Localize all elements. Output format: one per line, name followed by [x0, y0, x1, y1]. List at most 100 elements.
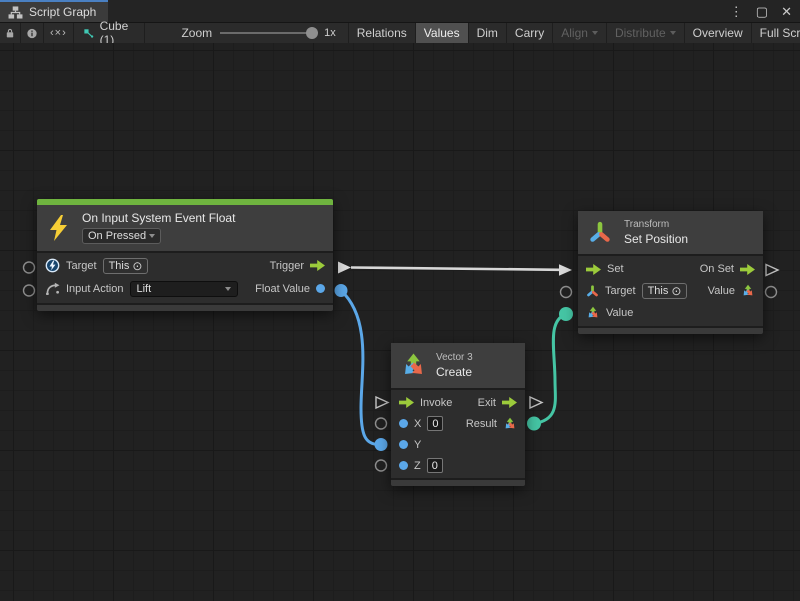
port-label: Target [66, 260, 97, 272]
event-mode-dropdown[interactable]: On Pressed [82, 228, 161, 244]
float-value-output-port[interactable] [335, 284, 348, 297]
port-label: Set [607, 263, 624, 275]
transform-icon [588, 221, 612, 245]
event-target-input-port[interactable] [24, 262, 35, 273]
zoom-slider-thumb[interactable] [306, 27, 318, 39]
code-preview-button[interactable]: ‹×› [44, 23, 74, 43]
x-value-field[interactable]: 0 [427, 416, 443, 431]
node-title: Create [436, 365, 473, 379]
script-graph-icon [8, 6, 23, 19]
lock-icon [6, 27, 14, 39]
vector3-x-input-port[interactable] [376, 418, 387, 429]
port-row-value: Value [578, 302, 763, 324]
flow-arrow-icon [310, 260, 325, 271]
transform-value-input-port[interactable] [559, 307, 573, 321]
kebab-menu-icon[interactable]: ⋮ [730, 5, 743, 18]
input-action-icon [45, 282, 60, 295]
node-title: On Input System Event Float [82, 211, 235, 225]
zoom-slider-track[interactable] [220, 32, 316, 34]
breadcrumb[interactable]: Cube (1) [74, 23, 146, 43]
vector3-result-output-port[interactable] [527, 417, 541, 431]
trigger-output-port[interactable] [338, 262, 351, 274]
node-header: Vector 3 Create [391, 343, 525, 388]
vector3-exit-output-port[interactable] [530, 397, 542, 408]
node-transform-set-position[interactable]: Transform Set Position Set On Set [578, 211, 763, 334]
port-label: Invoke [420, 397, 452, 409]
vector3-port-icon [741, 284, 755, 298]
flow-arrow-icon [586, 264, 601, 275]
edge-result-to-value[interactable] [534, 315, 566, 424]
lock-button[interactable] [0, 23, 21, 43]
port-row-set: Set On Set [578, 258, 763, 280]
transform-target-input-port[interactable] [561, 287, 572, 298]
button-label: Overview [693, 26, 743, 40]
info-button[interactable] [21, 23, 44, 43]
toolbar-button-relations[interactable]: Relations [349, 23, 416, 43]
event-inputaction-input-port[interactable] [24, 285, 35, 296]
target-this-selector[interactable]: This ⊙ [103, 258, 149, 274]
chevron-down-icon [592, 31, 598, 35]
dropdown-value: On Pressed [88, 230, 146, 242]
tab-bar-right: ⋮ ▢ ✕ [108, 0, 800, 22]
dropdown-value: Lift [137, 283, 152, 295]
lightning-bolt-icon [49, 215, 68, 241]
port-label: Result [466, 418, 497, 430]
toolbar-button-align[interactable]: Align [553, 23, 607, 43]
graph-canvas[interactable]: On Input System Event Float On Pressed T… [0, 43, 800, 601]
node-subtitle: Transform [624, 219, 688, 230]
toolbar-button-values[interactable]: Values [416, 23, 469, 43]
float-port-icon [399, 440, 408, 449]
tab-script-graph[interactable]: Script Graph [0, 0, 108, 22]
zoom-control: Zoom 1x [145, 23, 348, 43]
transform-onset-output-port[interactable] [766, 265, 778, 276]
flow-arrow-icon [740, 264, 755, 275]
float-port-icon [399, 461, 408, 470]
flow-arrow-icon [502, 397, 517, 408]
vector3-y-input-port[interactable] [375, 438, 388, 451]
port-label: Z [414, 460, 421, 472]
node-footer [578, 326, 763, 334]
port-label: Exit [478, 397, 496, 409]
vector3-z-input-port[interactable] [376, 460, 387, 471]
port-label: X [414, 418, 421, 430]
close-icon[interactable]: ✕ [781, 5, 792, 18]
edge-floatvalue-to-y[interactable] [341, 291, 379, 445]
node-vector3-create[interactable]: Vector 3 Create Invoke Exit [391, 343, 525, 486]
target-this-selector[interactable]: This ⊙ [642, 283, 688, 299]
info-icon [27, 27, 37, 40]
port-row-invoke-exit: Invoke Exit [391, 392, 525, 413]
maximize-icon[interactable]: ▢ [756, 5, 768, 18]
edge-trigger-to-set[interactable] [351, 268, 559, 270]
port-label: Trigger [270, 260, 304, 272]
toolbar-button-distribute[interactable]: Distribute [607, 23, 685, 43]
edge-arrowhead-icon [559, 264, 572, 275]
toolbar-button-carry[interactable]: Carry [507, 23, 553, 43]
vector3-icon [400, 352, 427, 379]
transform-value-output-port[interactable] [766, 287, 777, 298]
toolbar-button-fullscreen[interactable]: Full Screen [752, 23, 800, 43]
transform-port-icon [586, 285, 599, 298]
script-graph-window: Script Graph ⋮ ▢ ✕ ‹×› [0, 0, 800, 601]
toolbar-button-overview[interactable]: Overview [685, 23, 752, 43]
toolbar-button-dim[interactable]: Dim [469, 23, 507, 43]
z-value-field[interactable]: 0 [427, 458, 443, 473]
port-row-z: Z 0 [391, 455, 525, 476]
chevron-down-icon [149, 234, 155, 238]
vector3-port-icon [586, 306, 600, 320]
node-body: Target This ⊙ Trigger [37, 251, 333, 303]
node-footer [37, 303, 333, 311]
port-label: On Set [700, 263, 734, 275]
button-label: Relations [357, 26, 407, 40]
node-title: Set Position [624, 232, 688, 246]
port-row-input-action: Input Action Lift Float Value [37, 277, 333, 300]
node-body: Set On Set Target This [578, 254, 763, 326]
zoom-label: Zoom [181, 26, 212, 40]
flow-arrow-icon [399, 397, 414, 408]
input-action-dropdown[interactable]: Lift [130, 281, 238, 297]
scene-pick-icon: ⊙ [671, 285, 681, 297]
vector3-invoke-input-port[interactable] [376, 397, 388, 408]
node-on-input-system-event-float[interactable]: On Input System Event Float On Pressed T… [37, 199, 333, 311]
button-label: Dim [477, 26, 498, 40]
port-label: Value [606, 307, 633, 319]
node-subtitle: Vector 3 [436, 352, 473, 363]
